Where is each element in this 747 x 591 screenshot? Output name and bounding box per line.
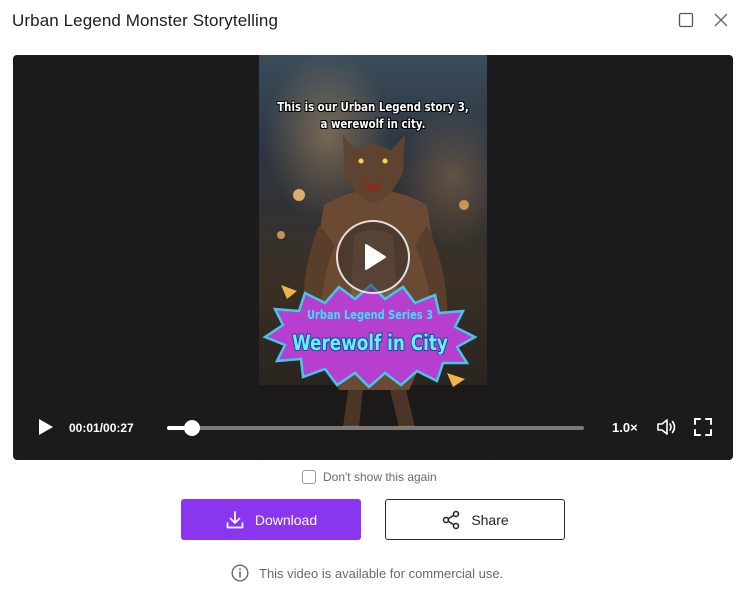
share-icon [441, 510, 461, 530]
dont-show-again-option[interactable]: Don't show this again [302, 470, 437, 484]
progress-bar[interactable] [167, 420, 584, 436]
volume-icon [657, 419, 676, 435]
play-icon [39, 419, 53, 435]
share-button[interactable]: Share [385, 499, 565, 540]
video-preview-dialog: Urban Legend Monster Storytelling This i… [0, 0, 747, 591]
badge-title: Werewolf in City [292, 331, 448, 355]
badge-subtitle: Urban Legend Series 3 [307, 308, 433, 322]
maximize-icon [678, 12, 694, 28]
maximize-button[interactable] [676, 10, 696, 30]
share-label: Share [471, 511, 509, 528]
video-player[interactable]: This is our Urban Legend story 3, a were… [13, 55, 733, 460]
caption-line-2: a werewolf in city. [320, 117, 426, 131]
player-controls: 00:01/00:27 1.0× [13, 390, 733, 460]
download-label: Download [254, 511, 318, 528]
download-icon [225, 510, 245, 530]
notice-text: This video is available for commercial u… [259, 565, 504, 581]
video-caption: This is our Urban Legend story 3, a were… [276, 99, 470, 133]
close-icon [714, 13, 728, 27]
dialog-title: Urban Legend Monster Storytelling [12, 11, 279, 30]
close-button[interactable] [711, 10, 731, 30]
progress-handle[interactable] [184, 420, 201, 436]
dont-show-checkbox[interactable] [302, 470, 316, 484]
play-button[interactable] [35, 417, 55, 437]
fullscreen-button[interactable] [693, 417, 713, 437]
caption-line-1: This is our Urban Legend story 3, [277, 100, 469, 114]
dont-show-label: Don't show this again [323, 470, 437, 484]
playback-speed-button[interactable]: 1.0× [612, 420, 638, 435]
commercial-use-notice: This video is available for commercial u… [231, 564, 503, 582]
info-icon [231, 564, 249, 582]
time-display: 00:01/00:27 [69, 421, 134, 435]
download-button[interactable]: Download [181, 499, 361, 540]
center-play-button[interactable] [336, 220, 410, 294]
play-icon [365, 244, 386, 270]
volume-button[interactable] [656, 417, 678, 437]
fullscreen-icon [694, 418, 712, 436]
